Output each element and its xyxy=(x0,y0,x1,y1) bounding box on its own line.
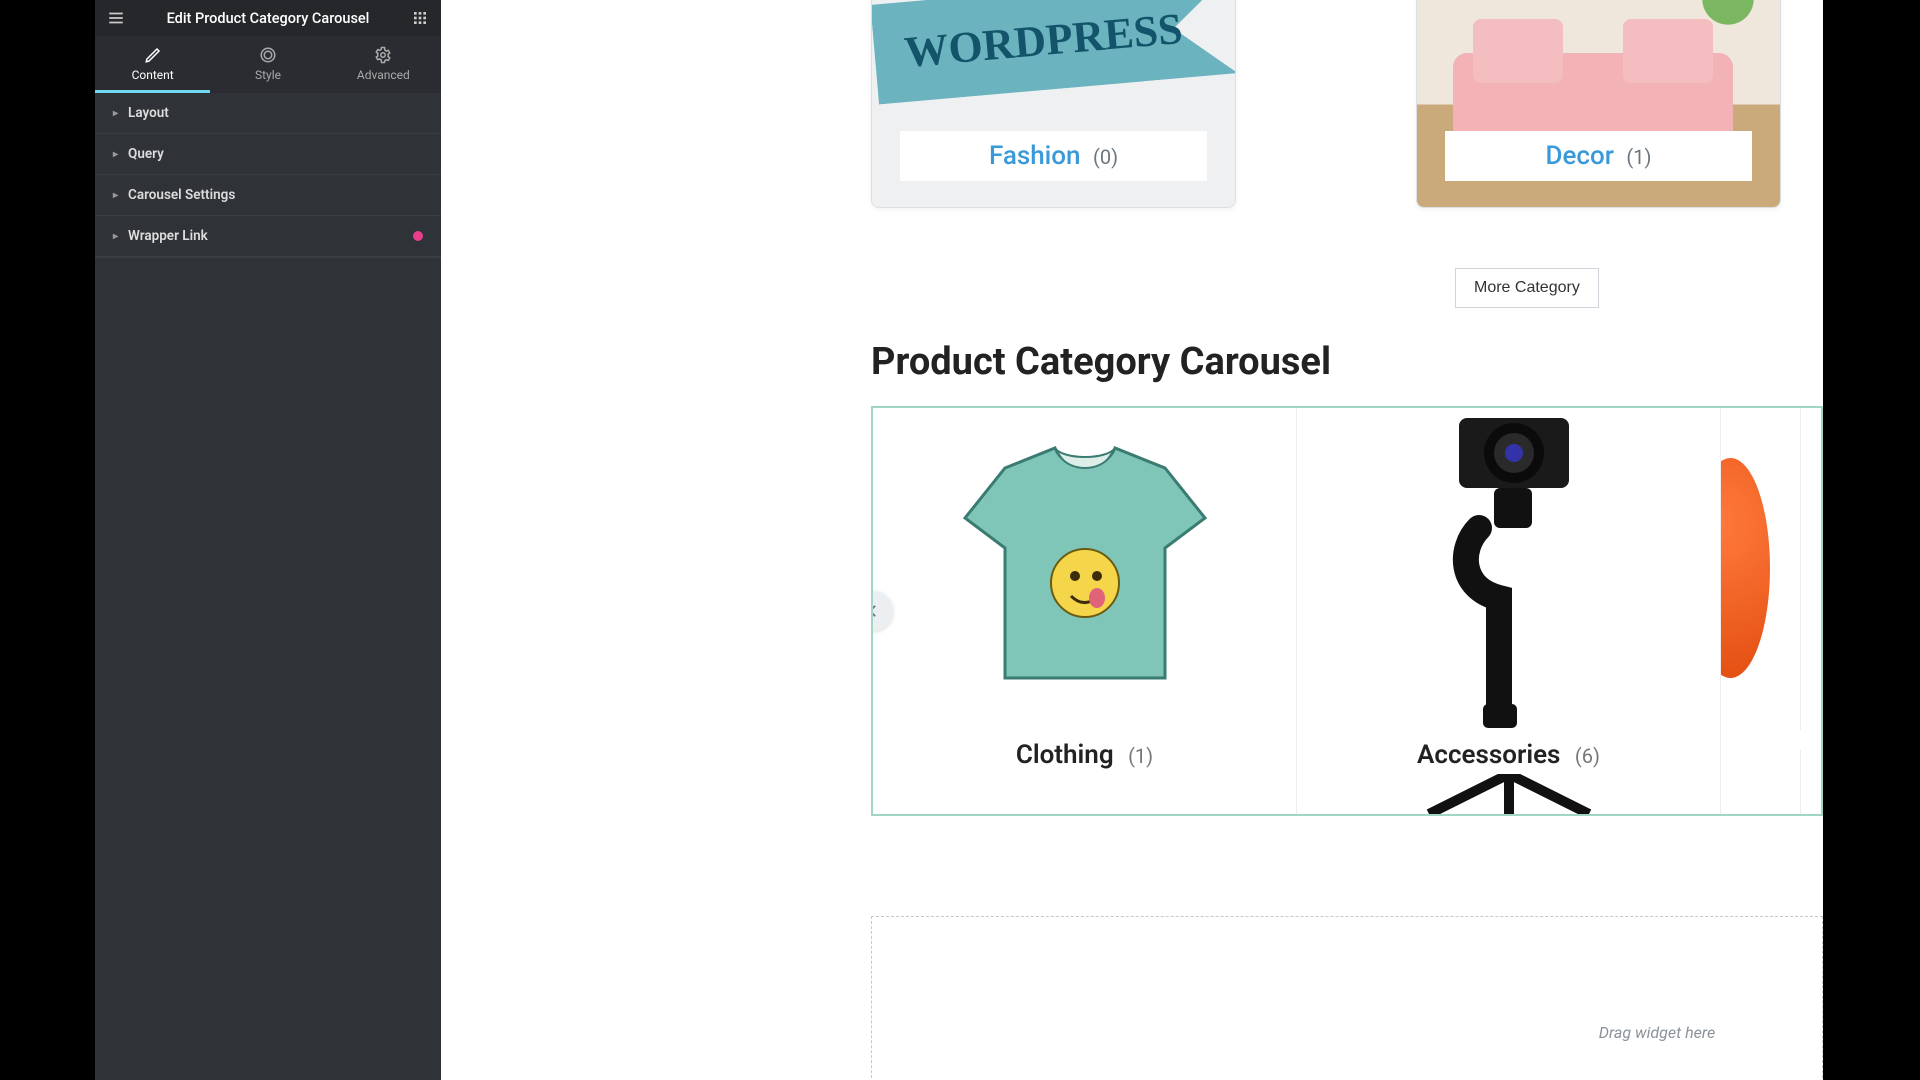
slide-label xyxy=(1731,730,1823,750)
tripod-peek-icon xyxy=(1409,774,1609,814)
accordion-label: Query xyxy=(128,146,164,162)
tshirt-icon xyxy=(945,438,1225,698)
category-name[interactable]: Decor xyxy=(1546,141,1614,171)
caret-right-icon: ▸ xyxy=(113,149,118,160)
accordion-label: Wrapper Link xyxy=(128,228,208,244)
gear-icon xyxy=(374,46,392,64)
style-icon xyxy=(259,46,277,64)
accordion-query[interactable]: ▸ Query xyxy=(95,134,441,175)
slide-count: (1) xyxy=(1128,744,1153,768)
accordion-label: Layout xyxy=(128,105,169,121)
wordpress-pennant-icon: WORDPRESS xyxy=(872,0,1235,104)
sidebar-tabs: Content Style Advanced xyxy=(95,36,441,93)
top-category-cards: WORDPRESS Fashion (0) xyxy=(871,0,1823,208)
accordion-wrapper-link[interactable]: ▸ Wrapper Link xyxy=(95,216,441,257)
widget-dropzone[interactable]: Drag widget here xyxy=(871,916,1823,1080)
carousel-slides: Clothing (1) xyxy=(873,408,1821,814)
camera-gimbal-icon xyxy=(1399,408,1619,728)
category-count: (1) xyxy=(1626,145,1651,169)
category-name[interactable]: Fashion xyxy=(989,141,1081,171)
tab-style-label: Style xyxy=(255,68,281,82)
category-card-decor[interactable]: Decor (1) xyxy=(1416,0,1781,208)
tab-style[interactable]: Style xyxy=(210,36,325,93)
dropzone-hint: Drag widget here xyxy=(1599,1023,1715,1042)
slide-label: Clothing (1) xyxy=(908,730,1261,780)
tab-advanced-label: Advanced xyxy=(357,68,410,82)
category-count: (0) xyxy=(1093,145,1118,169)
slide-image xyxy=(1721,408,1800,728)
accordion-label: Carousel Settings xyxy=(128,187,235,203)
pencil-icon xyxy=(144,46,162,64)
category-label: Decor (1) xyxy=(1445,131,1752,181)
category-card-fashion[interactable]: WORDPRESS Fashion (0) xyxy=(871,0,1236,208)
pro-badge-icon xyxy=(413,231,423,241)
sidebar-header: Edit Product Category Carousel xyxy=(95,0,441,36)
arrow-left-icon xyxy=(871,602,882,620)
preview-canvas: WORDPRESS Fashion (0) xyxy=(441,0,1823,1080)
tab-content[interactable]: Content xyxy=(95,36,210,93)
grid-icon[interactable] xyxy=(409,7,431,29)
caret-right-icon: ▸ xyxy=(113,108,118,119)
slide-name: Clothing xyxy=(1016,740,1114,770)
slide-name: Accessories xyxy=(1417,740,1560,770)
caret-right-icon: ▸ xyxy=(113,231,118,242)
tab-advanced[interactable]: Advanced xyxy=(326,36,441,93)
more-category-button[interactable]: More Category xyxy=(1455,268,1599,308)
hamburger-icon[interactable] xyxy=(105,7,127,29)
carousel-slide-accessories[interactable]: Accessories (6) xyxy=(1297,408,1721,814)
slide-label: Accessories (6) xyxy=(1332,730,1685,780)
product-peek-icon xyxy=(1721,458,1770,678)
section-title: Product Category Carousel xyxy=(871,340,1823,384)
accordion-carousel-settings[interactable]: ▸ Carousel Settings xyxy=(95,175,441,216)
slide-image xyxy=(873,408,1296,728)
carousel-slide-partial[interactable] xyxy=(1721,408,1801,814)
slide-count: (6) xyxy=(1575,744,1600,768)
accordion: ▸ Layout ▸ Query ▸ Carousel Settings ▸ W… xyxy=(95,93,441,258)
accordion-layout[interactable]: ▸ Layout xyxy=(95,93,441,134)
editor-sidebar: Edit Product Category Carousel Content S… xyxy=(95,0,441,1080)
carousel-slide-clothing[interactable]: Clothing (1) xyxy=(873,408,1297,814)
sidebar-title: Edit Product Category Carousel xyxy=(127,10,409,27)
product-category-carousel-widget[interactable]: Clothing (1) xyxy=(871,406,1823,816)
category-label: Fashion (0) xyxy=(900,131,1207,181)
slide-image xyxy=(1297,408,1720,728)
tab-content-label: Content xyxy=(132,68,174,82)
caret-right-icon: ▸ xyxy=(113,190,118,201)
